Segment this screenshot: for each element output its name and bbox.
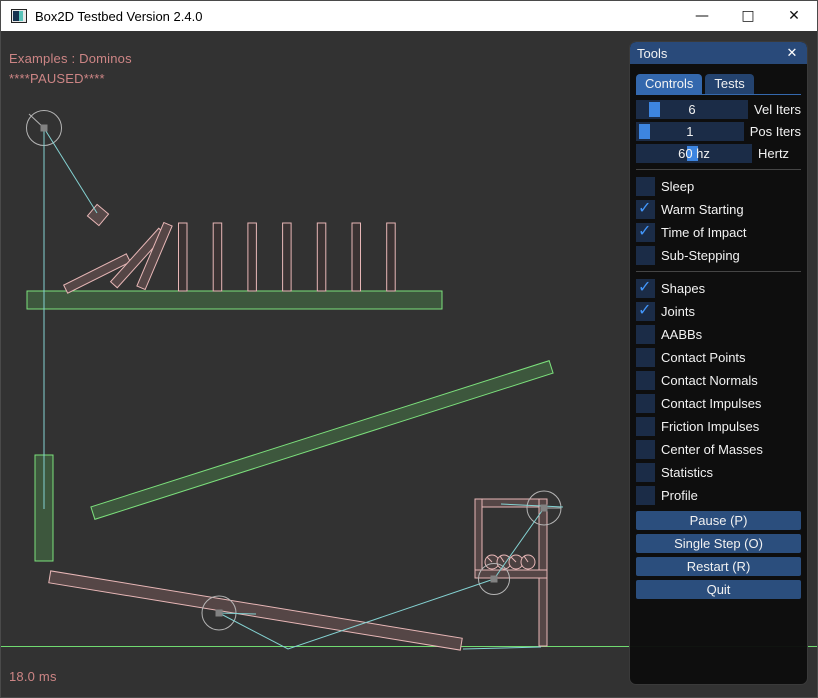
client-area: Examples : Dominos ****PAUSED**** 18.0 m…: [1, 31, 817, 697]
checkbox-warm-starting[interactable]: ✓ Warm Starting: [636, 199, 801, 219]
separator: [636, 271, 801, 272]
app-window: Box2D Testbed Version 2.4.0 — □ ✕: [0, 0, 818, 698]
checkbox-friction-impulses[interactable]: ✓ Friction Impulses: [636, 416, 801, 436]
checkbox-shapes[interactable]: ✓ Shapes: [636, 278, 801, 298]
restart-button[interactable]: Restart (R): [636, 557, 801, 576]
tools-panel-title: Tools: [637, 46, 667, 61]
quit-button[interactable]: Quit: [636, 580, 801, 599]
pause-button[interactable]: Pause (P): [636, 511, 801, 530]
minimize-button[interactable]: —: [679, 1, 725, 31]
vel-iters-label: Vel Iters: [754, 102, 801, 117]
domino-platform[interactable]: [27, 291, 442, 309]
body-center-markers: [41, 125, 548, 617]
panel-close-icon[interactable]: ✕: [784, 45, 800, 61]
maximize-button[interactable]: □: [725, 1, 771, 31]
checkbox-contact-points[interactable]: ✓ Contact Points: [636, 347, 801, 367]
hanging-box[interactable]: [87, 204, 108, 225]
checkbox-contact-impulses[interactable]: ✓ Contact Impulses: [636, 393, 801, 413]
check-icon: ✓: [638, 300, 651, 320]
checkbox-sleep[interactable]: ✓ Sleep: [636, 176, 801, 196]
angled-green-plank[interactable]: [91, 361, 553, 520]
tab-bar: Controls Tests: [636, 70, 801, 95]
close-button[interactable]: ✕: [771, 1, 817, 31]
frame-structure[interactable]: [475, 499, 547, 646]
vel-iters-slider[interactable]: 6 Vel Iters: [636, 100, 801, 119]
app-icon: [11, 9, 27, 23]
paused-label: ****PAUSED****: [9, 71, 105, 86]
checkbox-center-of-masses[interactable]: ✓ Center of Masses: [636, 439, 801, 459]
hertz-label: Hertz: [758, 146, 789, 161]
checkbox-statistics[interactable]: ✓ Statistics: [636, 462, 801, 482]
checkbox-aabbs[interactable]: ✓ AABBs: [636, 324, 801, 344]
tools-panel: Tools ✕ Controls Tests 6 Vel Iters: [629, 41, 808, 685]
window-title: Box2D Testbed Version 2.4.0: [35, 9, 202, 24]
checkbox-time-of-impact[interactable]: ✓ Time of Impact: [636, 222, 801, 242]
tab-tests[interactable]: Tests: [705, 74, 753, 94]
tools-panel-header[interactable]: Tools ✕: [630, 42, 807, 64]
title-bar: Box2D Testbed Version 2.4.0 — □ ✕: [1, 1, 817, 31]
single-step-button[interactable]: Single Step (O): [636, 534, 801, 553]
example-label: Examples : Dominos: [9, 51, 132, 66]
check-icon: ✓: [638, 221, 651, 241]
checkbox-joints[interactable]: ✓ Joints: [636, 301, 801, 321]
pos-iters-slider[interactable]: 1 Pos Iters: [636, 122, 801, 141]
checkbox-sub-stepping[interactable]: ✓ Sub-Stepping: [636, 245, 801, 265]
standing-dominos[interactable]: [179, 223, 396, 291]
checkbox-contact-normals[interactable]: ✓ Contact Normals: [636, 370, 801, 390]
check-icon: ✓: [638, 277, 651, 297]
pos-iters-label: Pos Iters: [750, 124, 801, 139]
separator: [636, 169, 801, 170]
checkbox-profile[interactable]: ✓ Profile: [636, 485, 801, 505]
tab-controls[interactable]: Controls: [636, 74, 702, 94]
frame-time-label: 18.0 ms: [9, 669, 57, 684]
check-icon: ✓: [638, 198, 651, 218]
hertz-slider[interactable]: 60 hz Hertz: [636, 144, 801, 163]
